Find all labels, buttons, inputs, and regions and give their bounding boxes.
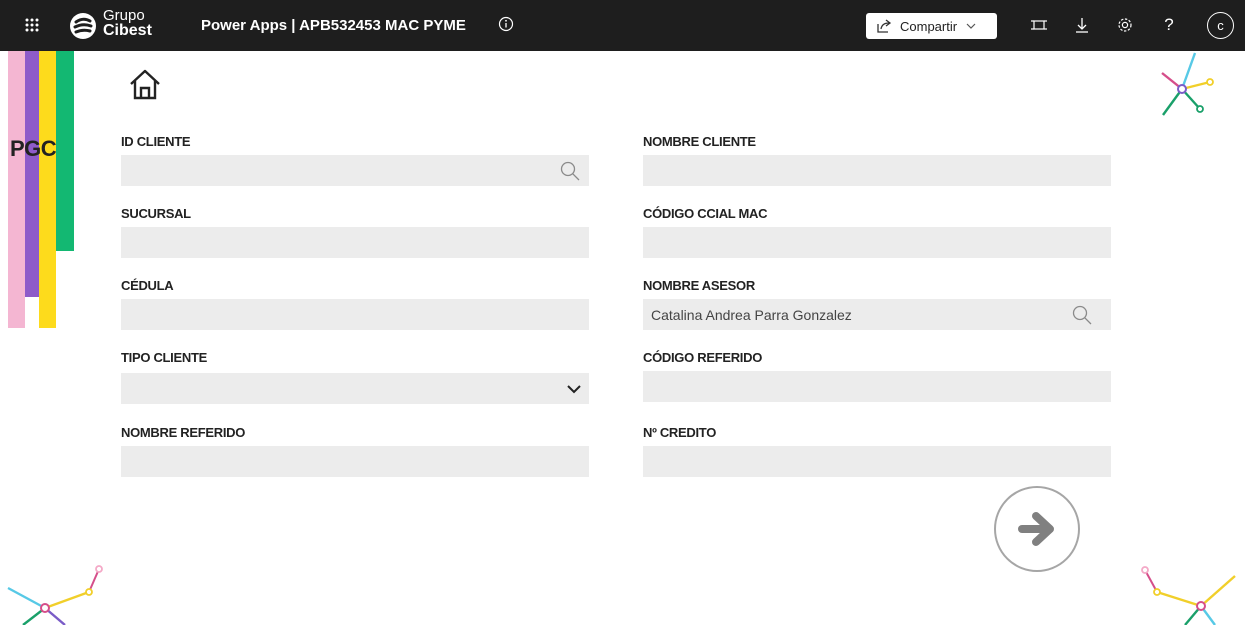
- user-avatar[interactable]: c: [1207, 12, 1234, 39]
- id-cliente-input[interactable]: [121, 155, 589, 186]
- sucursal-input[interactable]: [121, 227, 589, 258]
- nombre-asesor-input[interactable]: Catalina Andrea Parra Gonzalez: [643, 299, 1111, 330]
- search-icon[interactable]: [559, 160, 581, 182]
- label-nombre-referido: NOMBRE REFERIDO: [121, 425, 246, 440]
- decor-network-top-right: [1161, 52, 1214, 116]
- brand-line-2: Cibest: [103, 22, 152, 39]
- decor-bar-purple: [25, 51, 39, 297]
- fit-screen-icon[interactable]: [1030, 16, 1048, 34]
- share-button[interactable]: Compartir: [866, 13, 997, 39]
- help-icon[interactable]: ?: [1160, 16, 1178, 34]
- power-app-window: Grupo Cibest Power Apps | APB532453 MAC …: [0, 0, 1245, 625]
- numero-credito-input[interactable]: [643, 446, 1111, 477]
- nombre-referido-input[interactable]: [121, 446, 589, 477]
- chevron-down-icon: [966, 23, 976, 29]
- decor-bar-yellow: [39, 51, 56, 328]
- tipo-cliente-dropdown[interactable]: [121, 373, 589, 404]
- arrow-right-icon: [1018, 512, 1054, 546]
- search-icon[interactable]: [1071, 304, 1093, 326]
- label-codigo-ccial-mac: CÓDIGO CCIAL MAC: [643, 206, 768, 221]
- top-bar: Grupo Cibest Power Apps | APB532453 MAC …: [0, 0, 1245, 51]
- chevron-down-icon[interactable]: [559, 373, 589, 404]
- brand-name: Grupo Cibest: [103, 8, 152, 39]
- decor-bar-green: [56, 51, 74, 251]
- next-button[interactable]: [994, 486, 1080, 572]
- app-title: Power Apps | APB532453 MAC PYME: [201, 17, 466, 34]
- app-launcher-icon[interactable]: [22, 15, 42, 35]
- grupo-cibest-logo: [69, 12, 97, 40]
- codigo-referido-input[interactable]: [643, 371, 1111, 402]
- decor-bar-pink: [8, 51, 25, 328]
- label-nombre-asesor: NOMBRE ASESOR: [643, 278, 755, 293]
- settings-icon[interactable]: [1116, 16, 1134, 34]
- label-tipo-cliente: TIPO CLIENTE: [121, 350, 207, 365]
- label-codigo-referido: CÓDIGO REFERIDO: [643, 350, 763, 365]
- label-nombre-cliente: NOMBRE CLIENTE: [643, 134, 756, 149]
- home-icon[interactable]: [128, 67, 162, 101]
- label-sucursal: SUCURSAL: [121, 206, 191, 221]
- nombre-cliente-input[interactable]: [643, 155, 1111, 186]
- decor-network-bottom-right: [1141, 566, 1236, 625]
- label-cedula: CÉDULA: [121, 278, 174, 293]
- share-icon: [877, 19, 892, 33]
- cedula-input[interactable]: [121, 299, 589, 330]
- nombre-asesor-value: Catalina Andrea Parra Gonzalez: [651, 306, 852, 323]
- pgc-label: PGC: [10, 136, 57, 161]
- info-icon[interactable]: [498, 16, 514, 32]
- share-label: Compartir: [900, 18, 958, 34]
- codigo-ccial-mac-input[interactable]: [643, 227, 1111, 258]
- decor-network-bottom-left: [7, 565, 103, 625]
- download-icon[interactable]: [1073, 16, 1091, 34]
- label-id-cliente: ID CLIENTE: [121, 134, 191, 149]
- label-numero-credito: Nº CREDITO: [643, 425, 717, 440]
